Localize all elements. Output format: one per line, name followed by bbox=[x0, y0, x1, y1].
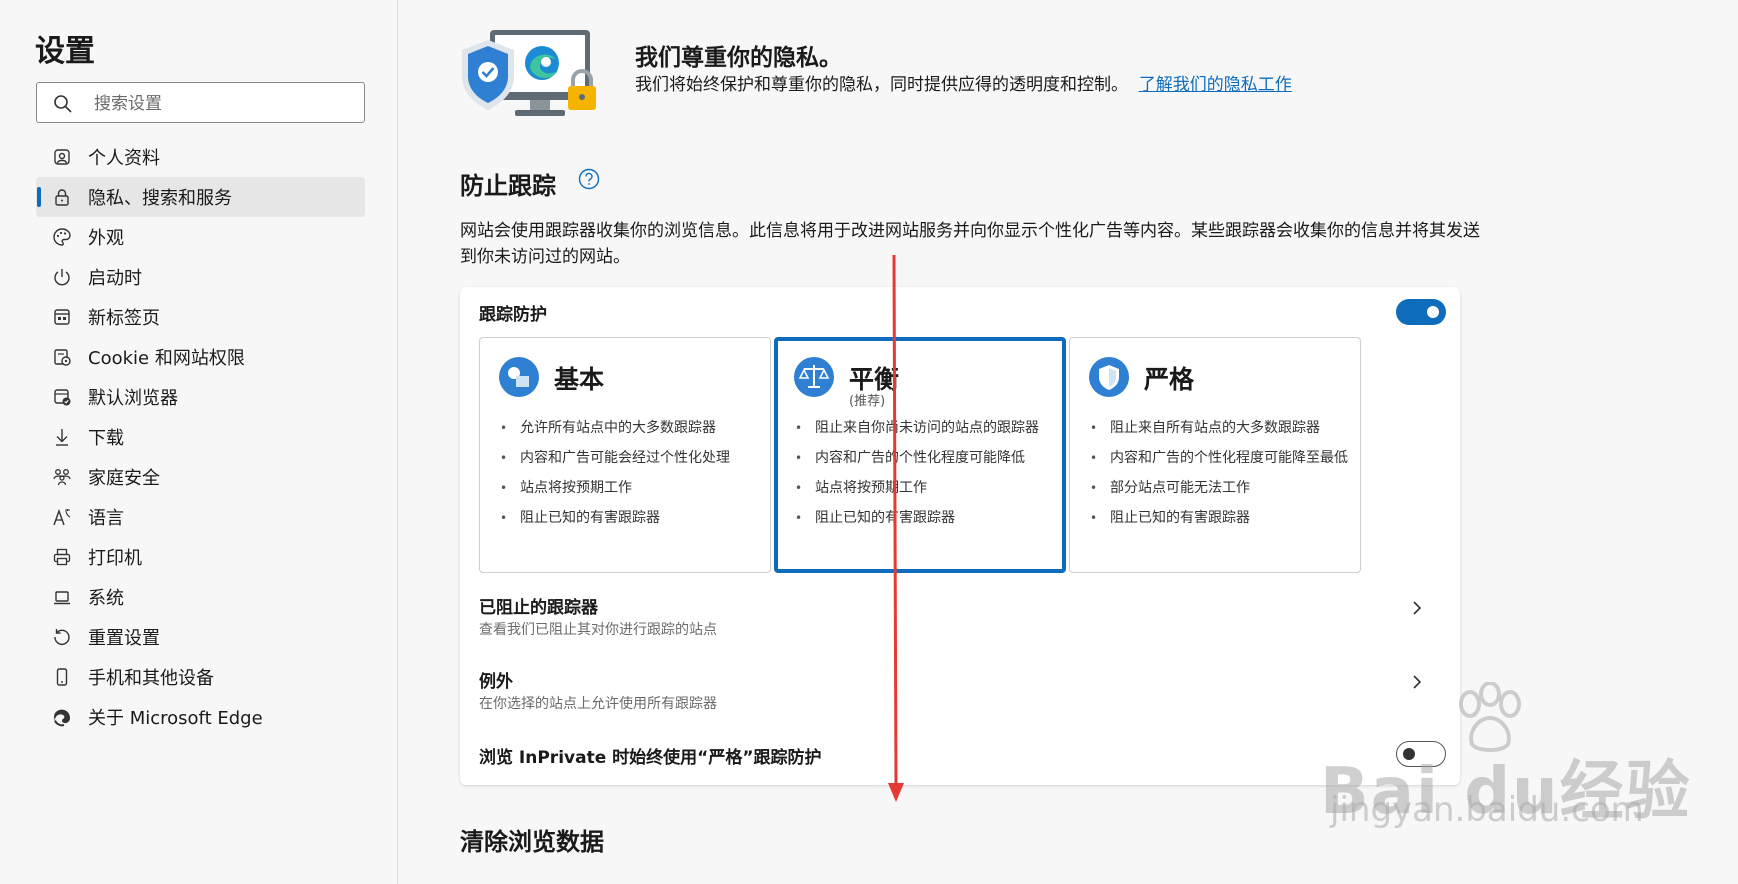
sidebar-item-label: 启动时 bbox=[88, 268, 142, 289]
blocked-trackers-row[interactable]: 已阻止的跟踪器 查看我们已阻止其对你进行跟踪的站点 bbox=[460, 583, 1460, 647]
chevron-right-icon bbox=[1413, 601, 1422, 615]
search-icon bbox=[54, 95, 72, 113]
sidebar-item-label: 语言 bbox=[88, 508, 124, 529]
edge-icon bbox=[54, 709, 70, 727]
level-feature: 阻止来自你尚未访问的站点的跟踪器 bbox=[795, 418, 1055, 438]
sidebar-item-privacy[interactable]: 隐私、搜索和服务 bbox=[36, 177, 365, 217]
level-feature: 阻止来自所有站点的大多数跟踪器 bbox=[1090, 418, 1350, 438]
sidebar-item-label: 外观 bbox=[88, 228, 124, 249]
sidebar-item-startup[interactable]: 启动时 bbox=[36, 257, 365, 297]
sidebar-item-downloads[interactable]: 下载 bbox=[36, 417, 365, 457]
sidebar-item-label: 手机和其他设备 bbox=[88, 668, 214, 689]
level-features: 阻止来自你尚未访问的站点的跟踪器 内容和广告的个性化程度可能降低 站点将按预期工… bbox=[795, 418, 1067, 538]
level-strict-card[interactable]: 严格 阻止来自所有站点的大多数跟踪器 内容和广告的个性化程度可能降至最低 部分站… bbox=[1069, 337, 1361, 573]
row-subtitle: 在你选择的站点上允许使用所有跟踪器 bbox=[479, 696, 717, 712]
sidebar-item-label: Cookie 和网站权限 bbox=[88, 348, 245, 369]
sidebar-item-label: 下载 bbox=[88, 428, 124, 449]
profile-icon bbox=[54, 149, 70, 165]
printer-icon bbox=[53, 548, 71, 566]
sidebar-item-languages[interactable]: 语言 bbox=[36, 497, 365, 537]
download-icon bbox=[56, 429, 68, 446]
cookie-icon bbox=[54, 349, 71, 366]
row-title: 浏览 InPrivate 时始终使用“严格”跟踪防护 bbox=[479, 748, 822, 768]
new-tab-icon bbox=[54, 309, 70, 325]
level-feature: 允许所有站点中的大多数跟踪器 bbox=[500, 418, 760, 438]
level-name: 基本 bbox=[554, 365, 605, 394]
sidebar-item-label: 新标签页 bbox=[88, 308, 160, 329]
level-feature: 内容和广告可能会经过个性化处理 bbox=[500, 448, 760, 468]
search-input[interactable] bbox=[92, 91, 356, 117]
level-name: 严格 bbox=[1144, 365, 1195, 394]
hero-title: 我们尊重你的隐私。 bbox=[635, 45, 842, 71]
help-icon[interactable] bbox=[578, 168, 600, 190]
sidebar-item-label: 隐私、搜索和服务 bbox=[88, 188, 232, 209]
level-features: 允许所有站点中的大多数跟踪器 内容和广告可能会经过个性化处理 站点将按预期工作 … bbox=[500, 418, 772, 538]
family-icon bbox=[53, 469, 71, 486]
level-features: 阻止来自所有站点的大多数跟踪器 内容和广告的个性化程度可能降至最低 部分站点可能… bbox=[1090, 418, 1362, 538]
row-title: 例外 bbox=[479, 672, 513, 692]
sidebar-item-label: 重置设置 bbox=[88, 628, 160, 649]
exceptions-row[interactable]: 例外 在你选择的站点上允许使用所有跟踪器 bbox=[460, 657, 1460, 721]
level-feature: 阻止已知的有害跟踪器 bbox=[795, 508, 1055, 528]
sidebar-item-label: 系统 bbox=[88, 588, 124, 609]
sidebar-item-label: 家庭安全 bbox=[88, 468, 160, 489]
level-basic-card[interactable]: 基本 允许所有站点中的大多数跟踪器 内容和广告可能会经过个性化处理 站点将按预期… bbox=[479, 337, 771, 573]
sidebar-item-default-browser[interactable]: 默认浏览器 bbox=[36, 377, 365, 417]
settings-sidebar: 设置 个人资料 隐私、搜索和服务 外观 启动时 新标签页 bbox=[0, 0, 398, 884]
palette-icon bbox=[53, 228, 71, 246]
clear-data-section-title: 清除浏览数据 bbox=[460, 828, 604, 856]
sidebar-item-system[interactable]: 系统 bbox=[36, 577, 365, 617]
privacy-learn-more-link[interactable]: 了解我们的隐私工作 bbox=[1139, 75, 1292, 95]
tracking-protection-toggle[interactable] bbox=[1396, 299, 1446, 325]
scales-icon bbox=[794, 357, 834, 397]
lock-icon bbox=[55, 189, 69, 206]
basic-shapes-icon bbox=[499, 357, 539, 397]
chevron-right-icon bbox=[1413, 675, 1422, 689]
sidebar-item-profile[interactable]: 个人资料 bbox=[36, 137, 365, 177]
sidebar-item-printers[interactable]: 打印机 bbox=[36, 537, 365, 577]
level-feature: 内容和广告的个性化程度可能降低 bbox=[795, 448, 1055, 468]
search-box[interactable] bbox=[36, 82, 365, 123]
phone-icon bbox=[56, 668, 68, 686]
tracking-section-title: 防止跟踪 bbox=[460, 172, 556, 200]
hero-text: 我们将始终保护和尊重你的隐私，同时提供应得的透明度和控制。 bbox=[635, 75, 1128, 95]
inprivate-strict-row: 浏览 InPrivate 时始终使用“严格”跟踪防护 bbox=[460, 733, 1460, 777]
row-subtitle: 查看我们已阻止其对你进行跟踪的站点 bbox=[479, 622, 717, 638]
sidebar-item-label: 默认浏览器 bbox=[88, 388, 178, 409]
sidebar-item-new-tab[interactable]: 新标签页 bbox=[36, 297, 365, 337]
level-feature: 站点将按预期工作 bbox=[500, 478, 760, 498]
language-icon bbox=[53, 508, 71, 526]
tracking-card: 跟踪防护 基本 允许所有站点中的大多数跟踪器 内容和广告可能会经过个性化处理 站… bbox=[460, 287, 1460, 785]
tracking-protection-label: 跟踪防护 bbox=[479, 305, 547, 325]
sidebar-item-cookies[interactable]: Cookie 和网站权限 bbox=[36, 337, 365, 377]
level-feature: 阻止已知的有害跟踪器 bbox=[500, 508, 760, 528]
privacy-illustration bbox=[462, 30, 596, 116]
row-title: 已阻止的跟踪器 bbox=[479, 598, 598, 618]
recommended-label: (推荐) bbox=[849, 394, 886, 409]
laptop-icon bbox=[54, 591, 70, 605]
sidebar-item-about[interactable]: 关于 Microsoft Edge bbox=[36, 697, 365, 737]
sidebar-nav: 个人资料 隐私、搜索和服务 外观 启动时 新标签页 Cookie 和网站权限 默… bbox=[36, 137, 365, 737]
power-icon bbox=[54, 269, 70, 286]
shield-icon bbox=[1089, 357, 1129, 397]
browser-icon bbox=[54, 389, 71, 406]
sidebar-title: 设置 bbox=[35, 34, 95, 69]
level-feature: 站点将按预期工作 bbox=[795, 478, 1055, 498]
sidebar-item-appearance[interactable]: 外观 bbox=[36, 217, 365, 257]
level-balanced-card[interactable]: 平衡 (推荐) 阻止来自你尚未访问的站点的跟踪器 内容和广告的个性化程度可能降低… bbox=[774, 337, 1066, 573]
sidebar-item-reset[interactable]: 重置设置 bbox=[36, 617, 365, 657]
sidebar-item-label: 关于 Microsoft Edge bbox=[88, 708, 263, 729]
sidebar-item-label: 打印机 bbox=[88, 548, 142, 569]
sidebar-item-phone[interactable]: 手机和其他设备 bbox=[36, 657, 365, 697]
hero-description: 我们将始终保护和尊重你的隐私，同时提供应得的透明度和控制。 了解我们的隐私工作 bbox=[635, 72, 1295, 98]
level-feature: 内容和广告的个性化程度可能降至最低 bbox=[1090, 448, 1350, 468]
watermark-url: jingyan.baidu.com bbox=[1330, 790, 1644, 830]
level-feature: 阻止已知的有害跟踪器 bbox=[1090, 508, 1350, 528]
sidebar-item-label: 个人资料 bbox=[88, 148, 160, 169]
level-feature: 部分站点可能无法工作 bbox=[1090, 478, 1350, 498]
reset-icon bbox=[54, 629, 70, 646]
tracking-description: 网站会使用跟踪器收集你的浏览信息。此信息将用于改进网站服务并向你显示个性化广告等… bbox=[460, 221, 1480, 267]
sidebar-item-family[interactable]: 家庭安全 bbox=[36, 457, 365, 497]
